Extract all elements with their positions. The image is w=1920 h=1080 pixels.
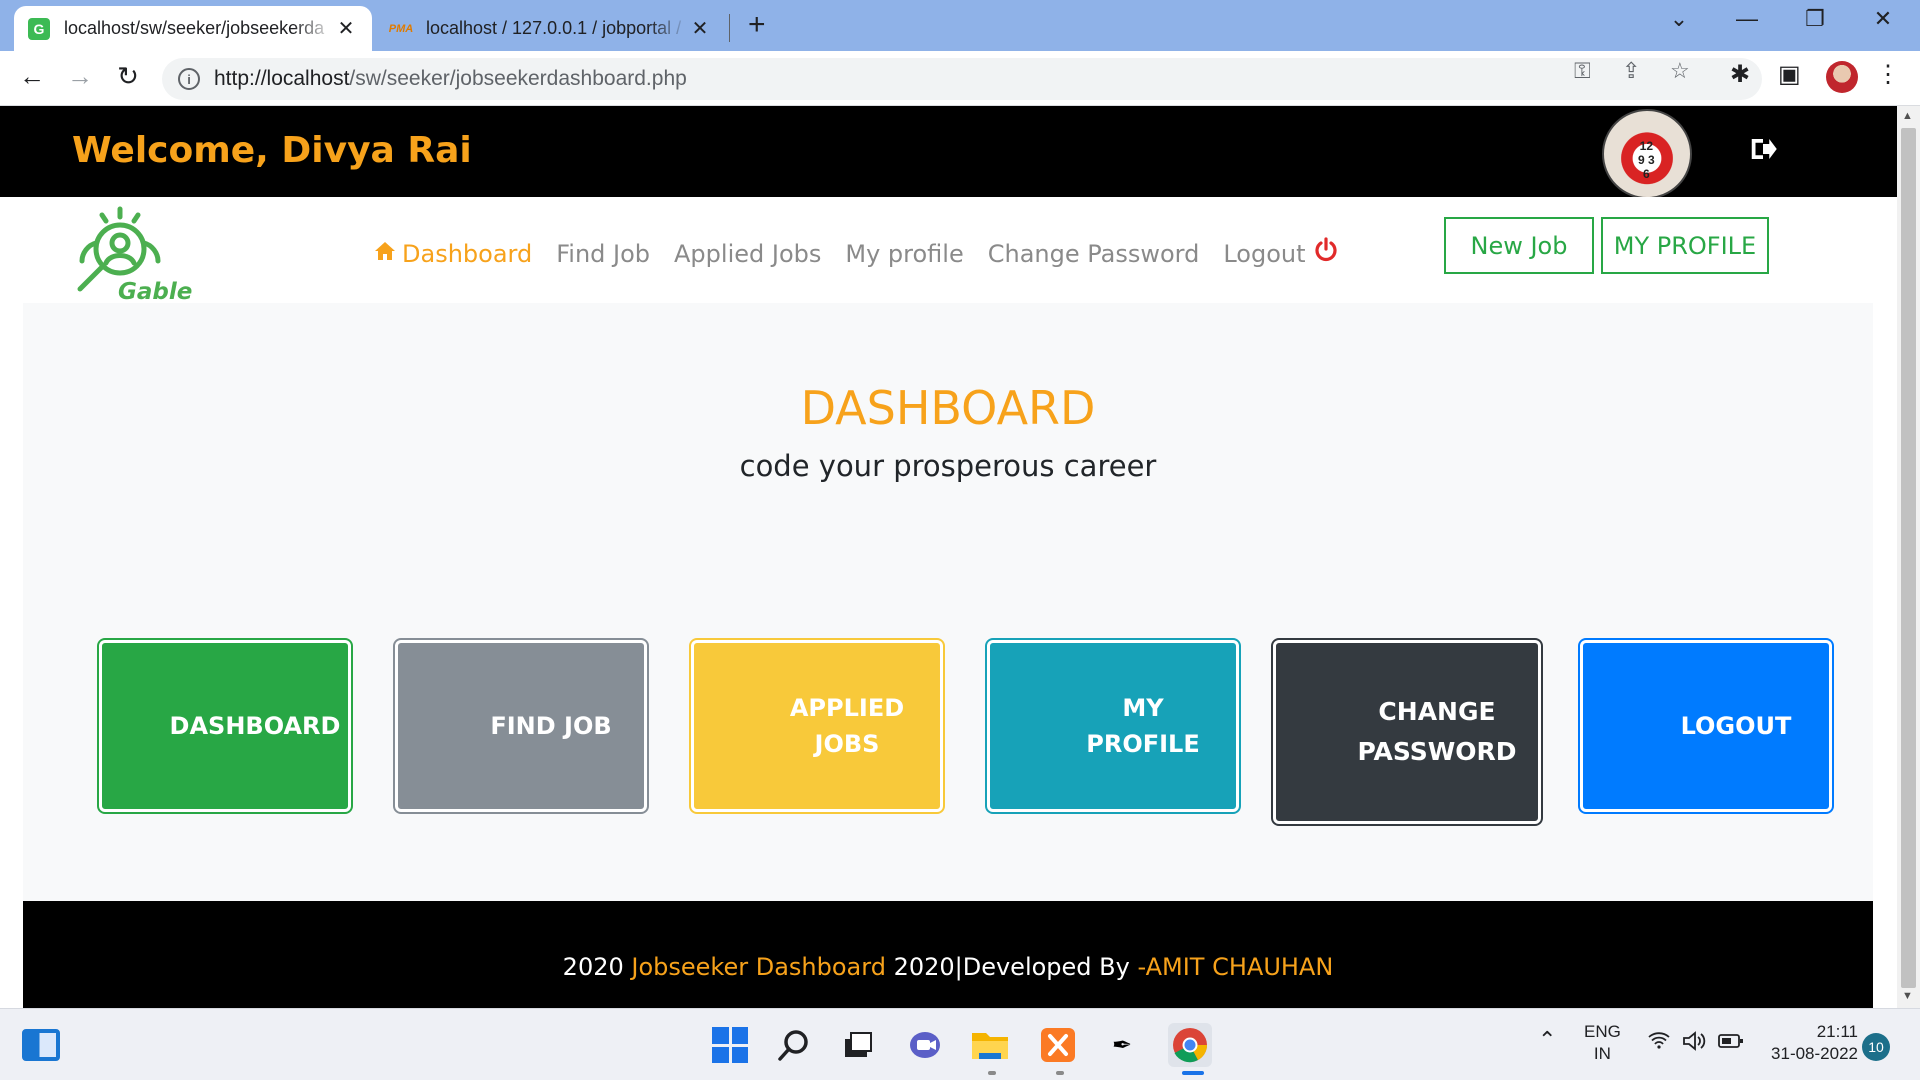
new-job-button[interactable]: New Job (1444, 217, 1594, 274)
main-navbar: Gable Dashboard Find Job Applied Jobs My… (0, 197, 1897, 305)
nav-item-find-job[interactable]: Find Job (556, 237, 650, 270)
card-dashboard[interactable]: DASHBOARD (99, 640, 351, 812)
extensions-puzzle-icon[interactable]: ✱ (1730, 60, 1750, 89)
page-scrollbar[interactable]: ▲ ▼ (1897, 106, 1920, 1008)
browser-menu-icon[interactable]: ⋮ (1876, 60, 1900, 89)
card-my-profile[interactable]: MY PROFILE (987, 640, 1239, 812)
tab-separator (729, 14, 730, 42)
web-page: Welcome, Divya Rai 12 9 3 6 Gable Dashbo… (0, 106, 1897, 1008)
clock[interactable]: 21:11 31-08-2022 (1758, 1021, 1858, 1065)
logo-text: Gable (118, 279, 193, 305)
address-bar[interactable]: i http://localhost/sw/seeker/jobseekerda… (162, 58, 1762, 100)
clock-time: 21:11 (1816, 1022, 1858, 1041)
nav-item-applied-jobs[interactable]: Applied Jobs (674, 237, 821, 270)
windows-taskbar: ✒ ⌃ ENG IN 21:11 31-08-2022 10 (0, 1008, 1920, 1080)
user-avatar[interactable]: 12 9 3 6 (1602, 109, 1692, 199)
clock-date: 31-08-2022 (1771, 1044, 1858, 1063)
battery-icon[interactable] (1718, 1033, 1744, 1055)
notification-badge[interactable]: 10 (1862, 1033, 1890, 1061)
language-indicator[interactable]: ENG IN (1584, 1021, 1621, 1065)
tab-title: localhost / 127.0.0.1 / jobportal / (426, 18, 682, 38)
search-icon[interactable] (772, 1023, 816, 1067)
nav-menu: Dashboard Find Job Applied Jobs My profi… (374, 237, 1362, 270)
footer-author: -AMIT CHAUHAN (1137, 953, 1334, 981)
new-tab-button[interactable]: + (748, 8, 766, 42)
pma-favicon: PMA (388, 22, 414, 35)
active-app-indicator (1182, 1071, 1204, 1075)
close-icon[interactable]: ✕ (688, 16, 712, 41)
top-header-bar: Welcome, Divya Rai 12 9 3 6 (0, 106, 1897, 199)
start-button[interactable] (708, 1023, 752, 1067)
wifi-icon[interactable] (1648, 1031, 1670, 1054)
browser-profile-avatar[interactable] (1826, 61, 1858, 93)
page-footer: 2020 Jobseeker Dashboard 2020|Developed … (23, 901, 1873, 1008)
sign-out-icon[interactable] (1748, 134, 1778, 172)
color-picker-icon[interactable]: ✒ (1100, 1023, 1144, 1067)
task-view-icon[interactable] (836, 1023, 880, 1067)
tab-jobseeker-dashboard[interactable]: G localhost/sw/seeker/jobseekerda ✕ (14, 6, 372, 51)
nav-item-label: Dashboard (402, 239, 533, 268)
url-text: http://localhost/sw/seeker/jobseekerdash… (214, 67, 687, 90)
sign-out-svg (1751, 139, 1777, 159)
scrollbar-thumb[interactable] (1901, 128, 1916, 988)
scroll-up-arrow-icon[interactable]: ▲ (1902, 110, 1913, 122)
window-close-button[interactable]: ✕ (1860, 6, 1906, 32)
nav-item-my-profile[interactable]: My profile (845, 237, 963, 270)
restore-button[interactable]: ❐ (1792, 6, 1838, 32)
card-find-job[interactable]: FIND JOB (395, 640, 647, 812)
forward-arrow-icon[interactable]: → (62, 61, 98, 92)
tab-title: localhost/sw/seeker/jobseekerda (64, 18, 325, 38)
windows-logo-icon (712, 1027, 748, 1063)
card-change-password[interactable]: CHANGE PASSWORD (1273, 640, 1541, 824)
minimize-button[interactable]: — (1724, 6, 1770, 32)
nav-item-dashboard[interactable]: Dashboard (374, 237, 532, 270)
file-explorer-icon[interactable] (968, 1023, 1012, 1067)
scroll-down-arrow-icon[interactable]: ▼ (1902, 990, 1913, 1002)
my-profile-button[interactable]: MY PROFILE (1601, 217, 1769, 274)
page-title: DASHBOARD (800, 381, 1096, 435)
nav-item-change-password[interactable]: Change Password (988, 237, 1200, 270)
card-logout[interactable]: LOGOUT (1580, 640, 1832, 812)
site-info-icon[interactable]: i (178, 68, 200, 90)
power-icon (1314, 237, 1338, 270)
home-icon (374, 241, 396, 267)
footer-link-dashboard[interactable]: Jobseeker Dashboard (631, 953, 886, 981)
dashboard-main: DASHBOARD code your prosperous career DA… (23, 303, 1873, 901)
browser-toolbar: ← → ↻ i http://localhost/sw/seeker/jobse… (0, 51, 1920, 106)
side-panel-icon[interactable]: ▣ (1778, 60, 1801, 89)
share-icon[interactable]: ⇪ (1622, 58, 1640, 84)
reload-icon[interactable]: ↻ (110, 61, 146, 92)
alarm-clock-image: 12 9 3 6 (1638, 139, 1655, 181)
teams-chat-icon[interactable] (904, 1023, 948, 1067)
volume-icon[interactable] (1682, 1031, 1708, 1057)
browser-tabstrip: G localhost/sw/seeker/jobseekerda ✕ PMA … (0, 0, 1920, 51)
xampp-icon[interactable] (1036, 1023, 1080, 1067)
tab-favicon: G (28, 17, 50, 40)
key-icon[interactable]: ⚿ (1574, 58, 1591, 84)
widgets-icon[interactable] (22, 1029, 60, 1061)
footer-text: 2020 Jobseeker Dashboard 2020|Developed … (562, 953, 1334, 981)
nav-item-logout[interactable]: Logout (1223, 237, 1337, 270)
nav-item-label: Logout (1223, 239, 1306, 268)
chrome-icon[interactable] (1168, 1023, 1212, 1067)
welcome-text: Welcome, Divya Rai (72, 130, 472, 171)
back-arrow-icon[interactable]: ← (14, 61, 50, 92)
running-indicator (1056, 1071, 1064, 1075)
card-applied-jobs[interactable]: APPLIED JOBS (691, 640, 943, 812)
page-subtitle: code your prosperous career (739, 449, 1157, 483)
close-icon[interactable]: ✕ (334, 16, 358, 41)
bookmark-star-icon[interactable]: ☆ (1670, 58, 1690, 84)
running-indicator (988, 1071, 996, 1075)
tab-search-chevron-icon[interactable]: ⌄ (1656, 6, 1702, 32)
tab-phpmyadmin[interactable]: PMA localhost / 127.0.0.1 / jobportal / … (376, 6, 726, 51)
show-hidden-icons-chevron-icon[interactable]: ⌃ (1538, 1029, 1556, 1051)
